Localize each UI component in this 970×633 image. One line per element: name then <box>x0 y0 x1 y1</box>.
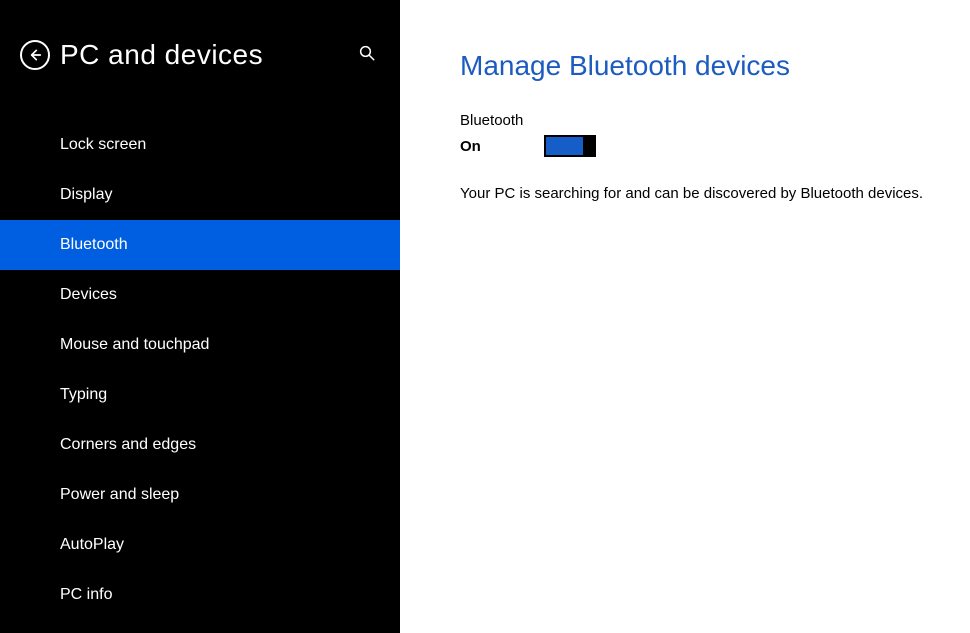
search-icon <box>358 44 376 62</box>
nav-item-label: Typing <box>60 386 107 404</box>
nav-item-label: Corners and edges <box>60 436 196 454</box>
nav-item-autoplay[interactable]: AutoPlay <box>0 520 400 570</box>
bluetooth-status-text: Your PC is searching for and can be disc… <box>460 185 970 202</box>
page-title: PC and devices <box>60 39 263 71</box>
sidebar-header: PC and devices <box>0 0 400 110</box>
toggle-track-fill <box>546 137 584 155</box>
nav-list: Lock screen Display Bluetooth Devices Mo… <box>0 110 400 620</box>
sidebar: PC and devices Lock screen Display Bluet… <box>0 0 400 633</box>
nav-item-label: AutoPlay <box>60 536 124 554</box>
nav-item-power-and-sleep[interactable]: Power and sleep <box>0 470 400 520</box>
nav-item-devices[interactable]: Devices <box>0 270 400 320</box>
bluetooth-toggle-switch[interactable] <box>544 135 596 157</box>
nav-item-label: Display <box>60 186 112 204</box>
nav-item-corners-and-edges[interactable]: Corners and edges <box>0 420 400 470</box>
nav-item-label: Devices <box>60 286 117 304</box>
search-button[interactable] <box>358 44 376 67</box>
nav-item-label: Power and sleep <box>60 486 179 504</box>
nav-item-bluetooth[interactable]: Bluetooth <box>0 220 400 270</box>
nav-item-lock-screen[interactable]: Lock screen <box>0 120 400 170</box>
content-pane: Manage Bluetooth devices Bluetooth On Yo… <box>400 0 970 633</box>
toggle-thumb <box>583 136 595 156</box>
nav-item-label: PC info <box>60 586 112 604</box>
bluetooth-toggle-state-text: On <box>460 138 516 155</box>
nav-item-typing[interactable]: Typing <box>0 370 400 420</box>
back-arrow-icon <box>27 47 43 63</box>
nav-item-display[interactable]: Display <box>0 170 400 220</box>
nav-item-label: Mouse and touchpad <box>60 336 209 354</box>
nav-item-label: Bluetooth <box>60 236 128 254</box>
bluetooth-toggle-section: Bluetooth On <box>460 112 970 157</box>
content-title: Manage Bluetooth devices <box>460 50 970 82</box>
back-button[interactable] <box>20 40 50 70</box>
nav-item-pc-info[interactable]: PC info <box>0 570 400 620</box>
nav-item-label: Lock screen <box>60 136 146 154</box>
bluetooth-toggle-row: On <box>460 135 970 157</box>
bluetooth-toggle-label: Bluetooth <box>460 112 970 129</box>
nav-item-mouse-and-touchpad[interactable]: Mouse and touchpad <box>0 320 400 370</box>
